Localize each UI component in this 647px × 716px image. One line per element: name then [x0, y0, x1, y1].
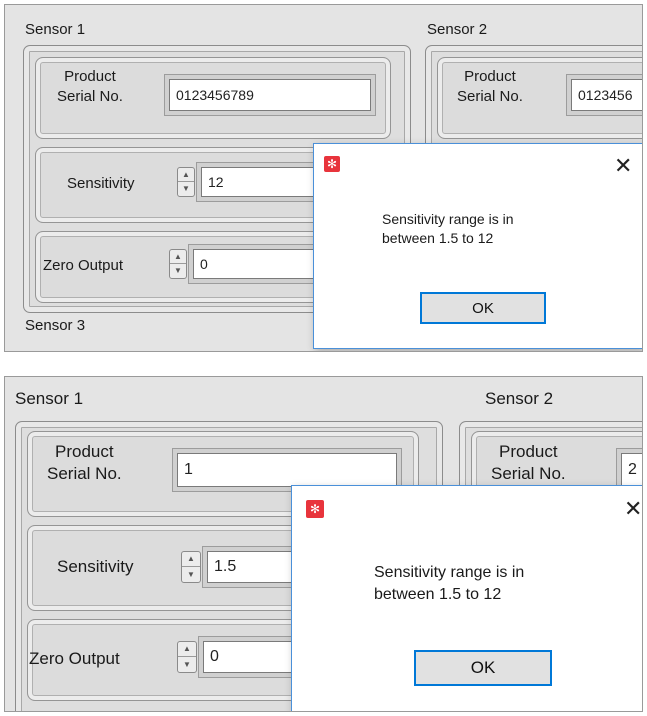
- sensitivity-input[interactable]: 12: [201, 167, 319, 197]
- sensitivity-label: Sensitivity: [67, 175, 135, 192]
- dialog-message-line1: Sensitivity range is in: [382, 211, 514, 227]
- spin-up-icon[interactable]: ▲: [178, 168, 194, 182]
- ok-button[interactable]: OK: [420, 292, 546, 324]
- sensor2-label: Sensor 2: [427, 21, 488, 38]
- dialog-message-line2: between 1.5 to 12: [382, 229, 494, 246]
- app-icon: ✻: [324, 156, 340, 172]
- serial-label: Product Serial No.: [47, 441, 122, 485]
- bottom-screenshot: Sensor 1 Sensor 2 Product Serial No. 1 S…: [4, 376, 643, 712]
- sensitivity-stepper[interactable]: ▲ ▼: [181, 551, 201, 583]
- dialog-title-bar[interactable]: ✻ ✕: [292, 486, 642, 526]
- spin-up-icon[interactable]: ▲: [178, 642, 196, 657]
- spin-down-icon[interactable]: ▼: [182, 567, 200, 582]
- sensor2-serial-label-line1: Product: [499, 442, 558, 461]
- sensor2-serial-input[interactable]: 0123456: [571, 79, 642, 111]
- spin-down-icon[interactable]: ▼: [170, 264, 186, 278]
- sensor2-serial-label-line1: Product: [464, 68, 516, 85]
- dialog-message-line2: between 1.5 to 12: [374, 585, 502, 603]
- serial-input[interactable]: 0123456789: [169, 79, 371, 111]
- close-icon[interactable]: ✕: [614, 155, 632, 177]
- serial-label-line2: Serial No.: [47, 464, 122, 483]
- top-screenshot: Sensor 1 Sensor 2 Product Serial No. 012…: [4, 4, 643, 352]
- zero-output-label: Zero Output: [29, 649, 120, 668]
- sensor2-serial-label: Product Serial No.: [457, 67, 523, 107]
- serial-label: Product Serial No.: [57, 67, 123, 107]
- sensitivity-label: Sensitivity: [57, 557, 134, 576]
- sensor3-label: Sensor 3: [25, 317, 86, 334]
- dialog-message: Sensitivity range is in between 1.5 to 1…: [374, 562, 524, 605]
- error-dialog: ✻ ✕ Sensitivity range is in between 1.5 …: [313, 143, 642, 349]
- dialog-title-bar[interactable]: ✻ ✕: [314, 144, 642, 184]
- sensor2-serial-label: Product Serial No.: [491, 441, 566, 485]
- serial-label-line1: Product: [64, 68, 116, 85]
- ok-button[interactable]: OK: [414, 650, 552, 686]
- spin-down-icon[interactable]: ▼: [178, 657, 196, 672]
- dialog-message: Sensitivity range is in between 1.5 to 1…: [382, 210, 514, 248]
- dialog-message-line1: Sensitivity range is in: [374, 564, 525, 581]
- close-icon[interactable]: ✕: [624, 498, 642, 520]
- error-dialog: ✻ ✕ Sensitivity range is in between 1.5 …: [291, 485, 642, 711]
- zero-output-stepper[interactable]: ▲ ▼: [169, 249, 187, 279]
- sensor2-serial-input[interactable]: 2: [621, 453, 642, 487]
- serial-label-line1: Product: [55, 442, 114, 461]
- spin-up-icon[interactable]: ▲: [182, 552, 200, 567]
- zero-output-label: Zero Output: [43, 257, 124, 274]
- sensor2-label: Sensor 2: [485, 389, 554, 408]
- app-icon: ✻: [306, 500, 324, 518]
- sensor2-serial-label-line2: Serial No.: [457, 88, 523, 105]
- serial-input[interactable]: 1: [177, 453, 397, 487]
- sensitivity-stepper[interactable]: ▲ ▼: [177, 167, 195, 197]
- spin-up-icon[interactable]: ▲: [170, 250, 186, 264]
- zero-output-input[interactable]: 0: [193, 249, 319, 279]
- zero-output-stepper[interactable]: ▲ ▼: [177, 641, 197, 673]
- sensor1-label: Sensor 1: [25, 21, 86, 38]
- serial-label-line2: Serial No.: [57, 88, 123, 105]
- spin-down-icon[interactable]: ▼: [178, 182, 194, 196]
- sensor1-label: Sensor 1: [15, 389, 84, 408]
- sensor2-serial-label-line2: Serial No.: [491, 464, 566, 483]
